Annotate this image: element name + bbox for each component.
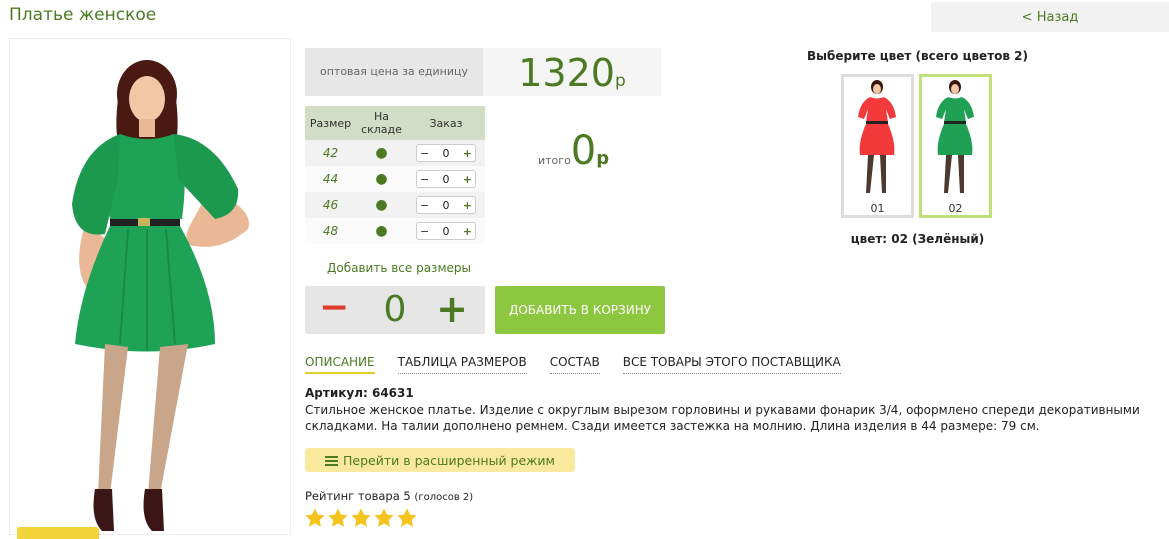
- add-all-sizes-link[interactable]: Добавить все размеры: [327, 261, 471, 275]
- star-icon[interactable]: [304, 507, 326, 529]
- quantity-value[interactable]: 0: [443, 173, 450, 186]
- quantity-stepper: − 0 +: [416, 170, 476, 188]
- total-currency: р: [596, 148, 610, 169]
- decrease-button[interactable]: −: [420, 199, 429, 212]
- page-title: Платье женское: [9, 5, 157, 25]
- red-dress-thumbnail: [858, 80, 896, 193]
- stock-column-header: На складе: [356, 106, 407, 140]
- total-value: 0: [570, 128, 597, 174]
- quantity-stepper: − 0 +: [416, 144, 476, 162]
- product-photo[interactable]: [9, 38, 291, 535]
- color-code: 02: [948, 202, 963, 215]
- advanced-mode-button[interactable]: Перейти в расширенный режим: [305, 448, 575, 472]
- back-button[interactable]: < Назад: [931, 2, 1169, 32]
- tab-description[interactable]: ОПИСАНИЕ: [305, 355, 375, 374]
- main-quantity-value[interactable]: 0: [375, 286, 415, 334]
- price-value: 1320: [518, 51, 615, 95]
- in-stock-dot: ●: [356, 140, 407, 166]
- color-chooser-title: Выберите цвет (всего цветов 2): [807, 49, 1028, 63]
- order-total: итого0р: [538, 128, 609, 174]
- quantity-value[interactable]: 0: [443, 225, 450, 238]
- advanced-mode-label: Перейти в расширенный режим: [343, 453, 555, 468]
- product-tabs: ОПИСАНИЕ ТАБЛИЦА РАЗМЕРОВ СОСТАВ ВСЕ ТОВ…: [305, 355, 864, 374]
- selected-color-label: цвет: 02 (Зелёный): [850, 232, 985, 246]
- star-icon[interactable]: [327, 507, 349, 529]
- total-label: итого: [538, 154, 571, 167]
- sizes-table: Размер На складе Заказ 42 ● − 0 + 44 ● − 0 +…: [305, 106, 485, 244]
- in-stock-dot: ●: [356, 166, 407, 192]
- size-value: 44: [305, 166, 356, 192]
- tab-supplier-products[interactable]: ВСЕ ТОВАРЫ ЭТОГО ПОСТАВЩИКА: [622, 355, 841, 374]
- in-stock-dot: ●: [356, 192, 407, 218]
- decrease-button[interactable]: −: [420, 147, 429, 160]
- order-column-header: Заказ: [407, 106, 485, 140]
- table-row: 42 ● − 0 +: [305, 140, 485, 166]
- decrease-button[interactable]: −: [420, 225, 429, 238]
- decrease-button[interactable]: −: [420, 173, 429, 186]
- green-dress-thumbnail: [936, 80, 974, 193]
- quantity-value[interactable]: 0: [443, 199, 450, 212]
- size-value: 48: [305, 218, 356, 244]
- table-row: 44 ● − 0 +: [305, 166, 485, 192]
- size-value: 46: [305, 192, 356, 218]
- color-swatch-02[interactable]: 02: [919, 74, 992, 218]
- tab-composition[interactable]: СОСТАВ: [549, 355, 600, 374]
- main-quantity-stepper: − 0 +: [305, 286, 485, 334]
- tab-size-chart[interactable]: ТАБЛИЦА РАЗМЕРОВ: [397, 355, 527, 374]
- product-description: Стильное женское платье. Изделие с округ…: [305, 403, 1140, 433]
- increase-button[interactable]: +: [463, 225, 472, 238]
- size-value: 42: [305, 140, 356, 166]
- price-currency: р: [614, 71, 626, 91]
- dress-model-image: [10, 39, 290, 534]
- quantity-value[interactable]: 0: [443, 147, 450, 160]
- price-label: оптовая цена за единицу: [305, 48, 483, 96]
- size-column-header: Размер: [305, 106, 356, 140]
- quantity-stepper: − 0 +: [416, 222, 476, 240]
- price-value-box: 1320р: [483, 48, 661, 96]
- star-icon[interactable]: [396, 507, 418, 529]
- main-increase-button[interactable]: +: [435, 286, 469, 334]
- increase-button[interactable]: +: [463, 147, 472, 160]
- table-row: 48 ● − 0 +: [305, 218, 485, 244]
- in-stock-dot: ●: [356, 218, 407, 244]
- quantity-stepper: − 0 +: [416, 196, 476, 214]
- photo-badge: [17, 527, 99, 539]
- rating-votes: (голосов 2): [414, 492, 474, 503]
- increase-button[interactable]: +: [463, 199, 472, 212]
- increase-button[interactable]: +: [463, 173, 472, 186]
- rating-stars[interactable]: [304, 507, 418, 529]
- star-icon[interactable]: [373, 507, 395, 529]
- color-code: 01: [870, 202, 885, 215]
- star-icon[interactable]: [350, 507, 372, 529]
- table-row: 46 ● − 0 +: [305, 192, 485, 218]
- color-swatch-01[interactable]: 01: [841, 74, 914, 218]
- list-icon: [325, 456, 339, 466]
- rating-label: Рейтинг товара 5: [305, 489, 411, 503]
- article-number: Артикул: 64631: [305, 386, 414, 400]
- add-to-cart-button[interactable]: ДОБАВИТЬ В КОРЗИНУ: [495, 286, 665, 334]
- rating-text: Рейтинг товара 5 (голосов 2): [305, 489, 473, 503]
- main-decrease-button[interactable]: −: [319, 286, 349, 334]
